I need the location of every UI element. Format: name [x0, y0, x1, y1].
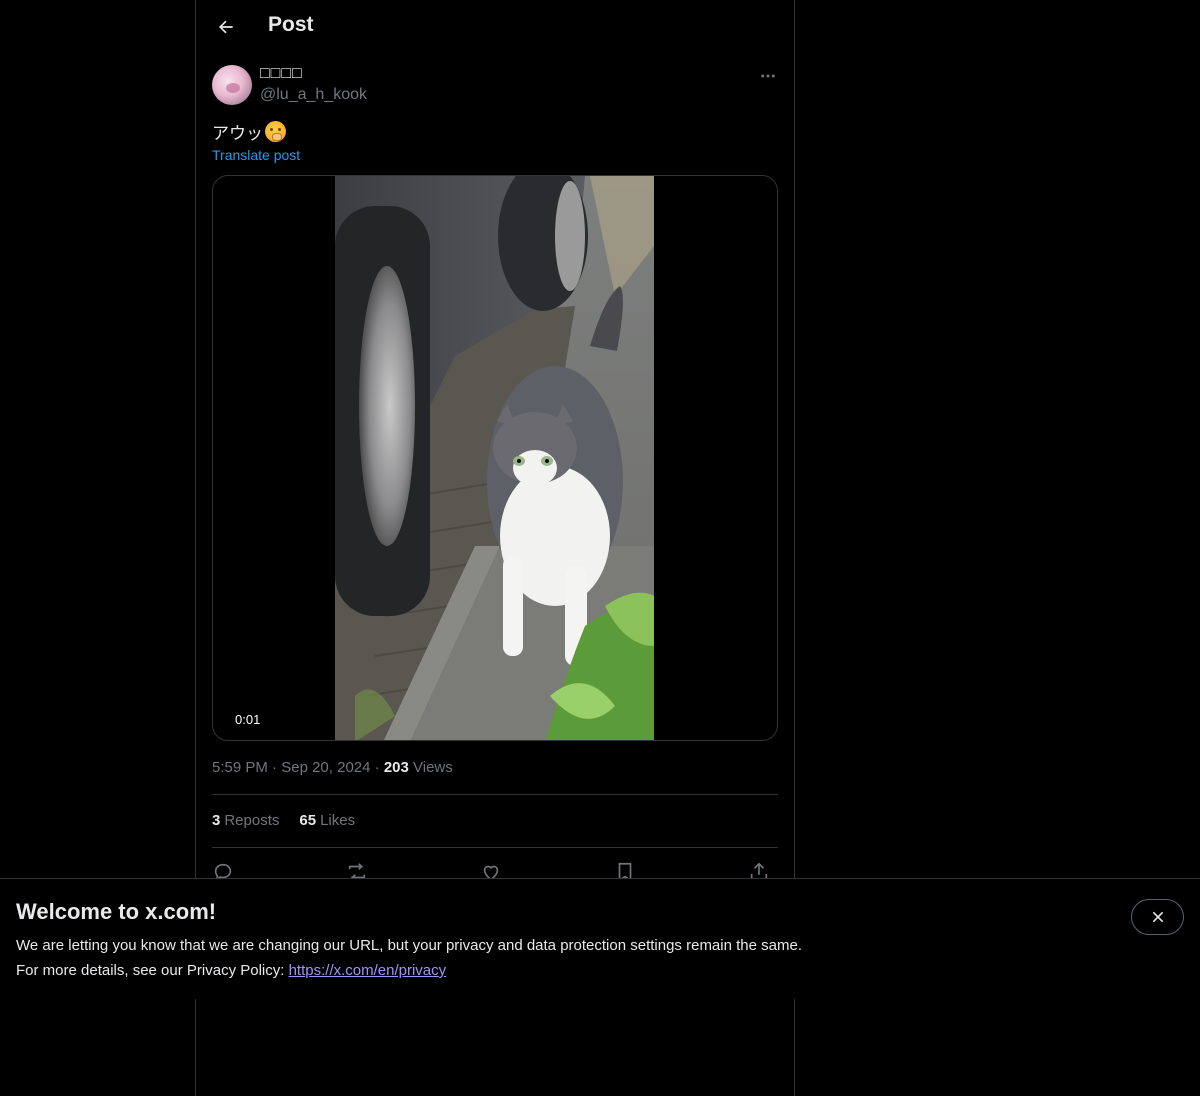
post-text-content: アウッ	[212, 124, 263, 143]
views-count: 203	[383, 759, 409, 776]
post-author: □□□□ @lu_a_h_kook	[212, 64, 778, 108]
page-title: Post	[268, 13, 314, 36]
video-frame[interactable]	[335, 176, 654, 740]
author-display-name[interactable]: □□□□	[260, 65, 303, 83]
reposts-stat[interactable]: 3 Reposts	[212, 812, 279, 829]
video-thumbnail-image	[335, 176, 654, 740]
likes-label: Likes	[320, 812, 356, 829]
translate-post-link[interactable]: Translate post	[212, 147, 300, 163]
banner-privacy-prefix: For more details, see our Privacy Policy…	[16, 962, 289, 979]
reposts-label: Reposts	[224, 812, 280, 829]
arrow-left-icon	[218, 20, 233, 34]
meta-separator: ·	[272, 759, 278, 776]
banner-title: Welcome to x.com!	[16, 899, 217, 924]
reposts-count: 3	[212, 812, 221, 829]
likes-stat[interactable]: 65 Likes	[299, 812, 355, 829]
page-header: Post	[196, 0, 794, 54]
post-stats: 3 Reposts 65 Likes	[212, 812, 355, 829]
close-banner-button[interactable]	[1131, 899, 1184, 935]
back-button[interactable]	[208, 9, 244, 45]
author-handle[interactable]: @lu_a_h_kook	[260, 86, 367, 104]
divider	[212, 794, 778, 795]
video-duration: 0:01	[233, 711, 263, 728]
post-date[interactable]: Sep 20, 2024	[281, 759, 370, 776]
banner-message: We are letting you know that we are chan…	[16, 937, 802, 954]
close-icon	[1152, 911, 1163, 923]
avatar[interactable]	[212, 65, 252, 105]
likes-count: 65	[299, 812, 317, 829]
more-options-button[interactable]	[752, 64, 784, 88]
privacy-policy-link[interactable]: https://x.com/en/privacy	[289, 962, 447, 979]
banner-privacy-line: For more details, see our Privacy Policy…	[16, 962, 446, 979]
meta-separator: ·	[374, 759, 380, 776]
views-label: Views	[413, 759, 453, 776]
post-text: アウッ	[212, 119, 286, 144]
more-icon	[761, 74, 775, 78]
post-time[interactable]: 5:59 PM	[212, 759, 268, 776]
video-player[interactable]: 0:01	[212, 175, 778, 741]
welcome-banner: Welcome to x.com! We are letting you kno…	[0, 878, 1200, 999]
post-meta: 5:59 PM · Sep 20, 2024 · 203 Views	[212, 759, 453, 776]
face-with-hand-over-mouth-icon	[265, 121, 286, 142]
divider	[212, 847, 778, 848]
